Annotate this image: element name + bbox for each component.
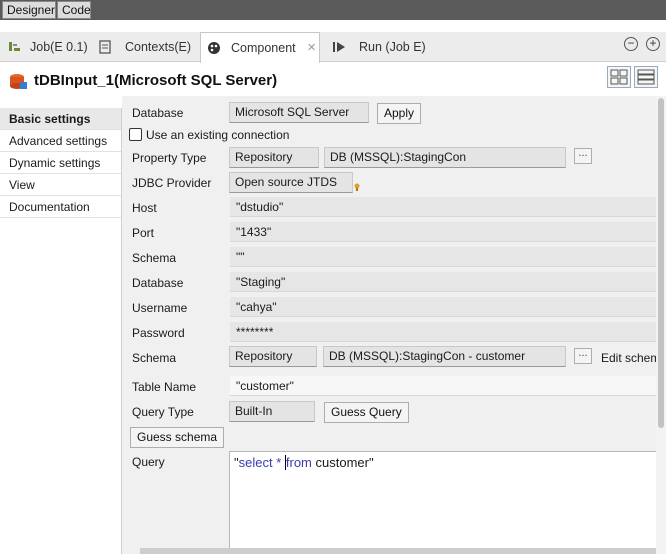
username-label: Username xyxy=(132,301,188,315)
jdbc-provider-label: JDBC Provider xyxy=(132,176,212,190)
guess-query-button[interactable]: Guess Query xyxy=(324,402,409,423)
query-label: Query xyxy=(132,455,165,469)
tab-contexts[interactable]: Contexts(E) xyxy=(98,32,198,62)
tab-code[interactable]: Code xyxy=(57,1,91,19)
tab-job[interactable]: Job(E 0.1) xyxy=(4,32,96,62)
run-icon xyxy=(333,42,345,52)
minimize-icon[interactable]: − xyxy=(624,37,638,51)
host-label: Host xyxy=(132,201,157,215)
list-icon xyxy=(637,69,655,85)
component-header: tDBInput_1(Microsoft SQL Server) xyxy=(0,66,600,96)
query-editor[interactable]: "select * from customer" xyxy=(229,451,666,554)
tab-job-label: Job(E 0.1) xyxy=(30,40,88,54)
jdbc-provider-select[interactable]: Open source JTDS xyxy=(229,172,353,193)
hint-icon xyxy=(354,183,360,191)
port-label: Port xyxy=(132,226,155,240)
close-icon[interactable]: ✕ xyxy=(307,33,316,63)
query-keyword-select: select xyxy=(238,455,273,470)
table-name-label: Table Name xyxy=(132,380,197,394)
schema-browse-button[interactable]: ... xyxy=(574,348,592,364)
use-existing-connection-checkbox[interactable] xyxy=(129,128,142,141)
schema-label: Schema xyxy=(132,251,177,265)
username-field[interactable]: "cahya" xyxy=(230,297,666,317)
query-rest: customer" xyxy=(311,455,374,470)
property-repository-select[interactable]: DB (MSSQL):StagingCon xyxy=(324,147,566,168)
horizontal-scrollbar[interactable] xyxy=(140,548,656,554)
port-field[interactable]: "1433" xyxy=(230,222,666,242)
nav-documentation[interactable]: Documentation xyxy=(0,196,121,218)
nav-dynamic-settings[interactable]: Dynamic settings xyxy=(0,152,121,174)
schema-mode-label: Schema xyxy=(132,351,177,365)
maximize-icon[interactable]: + xyxy=(646,37,660,51)
tab-component[interactable]: Component ✕ xyxy=(200,32,320,63)
database-icon xyxy=(10,74,27,89)
grid-icon xyxy=(610,69,628,85)
schema-repository-select[interactable]: DB (MSSQL):StagingCon - customer xyxy=(323,346,566,367)
property-type-select[interactable]: Repository xyxy=(229,147,319,168)
tab-run[interactable]: Run (Job E) xyxy=(330,32,430,62)
page-title: tDBInput_1(Microsoft SQL Server) xyxy=(34,72,278,89)
property-type-label: Property Type xyxy=(132,151,207,165)
database-type-label: Database xyxy=(132,106,184,120)
view-tab-bar: Job(E 0.1) Contexts(E) Component ✕ Run (… xyxy=(0,32,666,63)
tab-component-label: Component xyxy=(231,41,296,55)
vertical-scrollbar-thumb[interactable] xyxy=(658,98,664,428)
database-name-label: Database xyxy=(132,276,184,290)
password-label: Password xyxy=(132,326,185,340)
tab-contexts-label: Contexts(E) xyxy=(125,40,191,54)
schema-field[interactable]: "" xyxy=(230,247,666,267)
layout-grid-button[interactable] xyxy=(607,66,631,88)
tab-run-label: Run (Job E) xyxy=(359,40,426,54)
settings-nav: Basic settings Advanced settings Dynamic… xyxy=(0,108,122,554)
query-type-select[interactable]: Built-In xyxy=(229,401,315,422)
table-name-field[interactable]: "customer" xyxy=(230,376,666,396)
nav-basic-settings[interactable]: Basic settings xyxy=(0,108,121,130)
editor-mode-strip: Designer Code xyxy=(0,0,666,20)
query-type-label: Query Type xyxy=(132,405,194,419)
query-keyword-from: from xyxy=(285,455,312,470)
database-name-field[interactable]: "Staging" xyxy=(230,272,666,292)
property-browse-button[interactable]: ... xyxy=(574,148,592,164)
nav-view[interactable]: View xyxy=(0,174,121,196)
layout-list-button[interactable] xyxy=(634,66,658,88)
component-icon xyxy=(208,42,220,54)
nav-advanced-settings[interactable]: Advanced settings xyxy=(0,130,121,152)
query-text: "select * from customer" xyxy=(234,455,374,470)
use-existing-connection-label: Use an existing connection xyxy=(146,128,290,142)
query-operator: * xyxy=(272,455,285,470)
job-icon xyxy=(9,42,20,51)
database-type-select[interactable]: Microsoft SQL Server xyxy=(229,102,369,123)
apply-button[interactable]: Apply xyxy=(377,103,422,124)
contexts-icon xyxy=(99,40,111,54)
host-field[interactable]: "dstudio" xyxy=(230,197,666,217)
guess-schema-button[interactable]: Guess schema xyxy=(130,427,225,448)
tab-designer[interactable]: Designer xyxy=(2,1,56,19)
schema-type-select[interactable]: Repository xyxy=(229,346,317,367)
password-field[interactable]: ******** xyxy=(230,322,666,342)
